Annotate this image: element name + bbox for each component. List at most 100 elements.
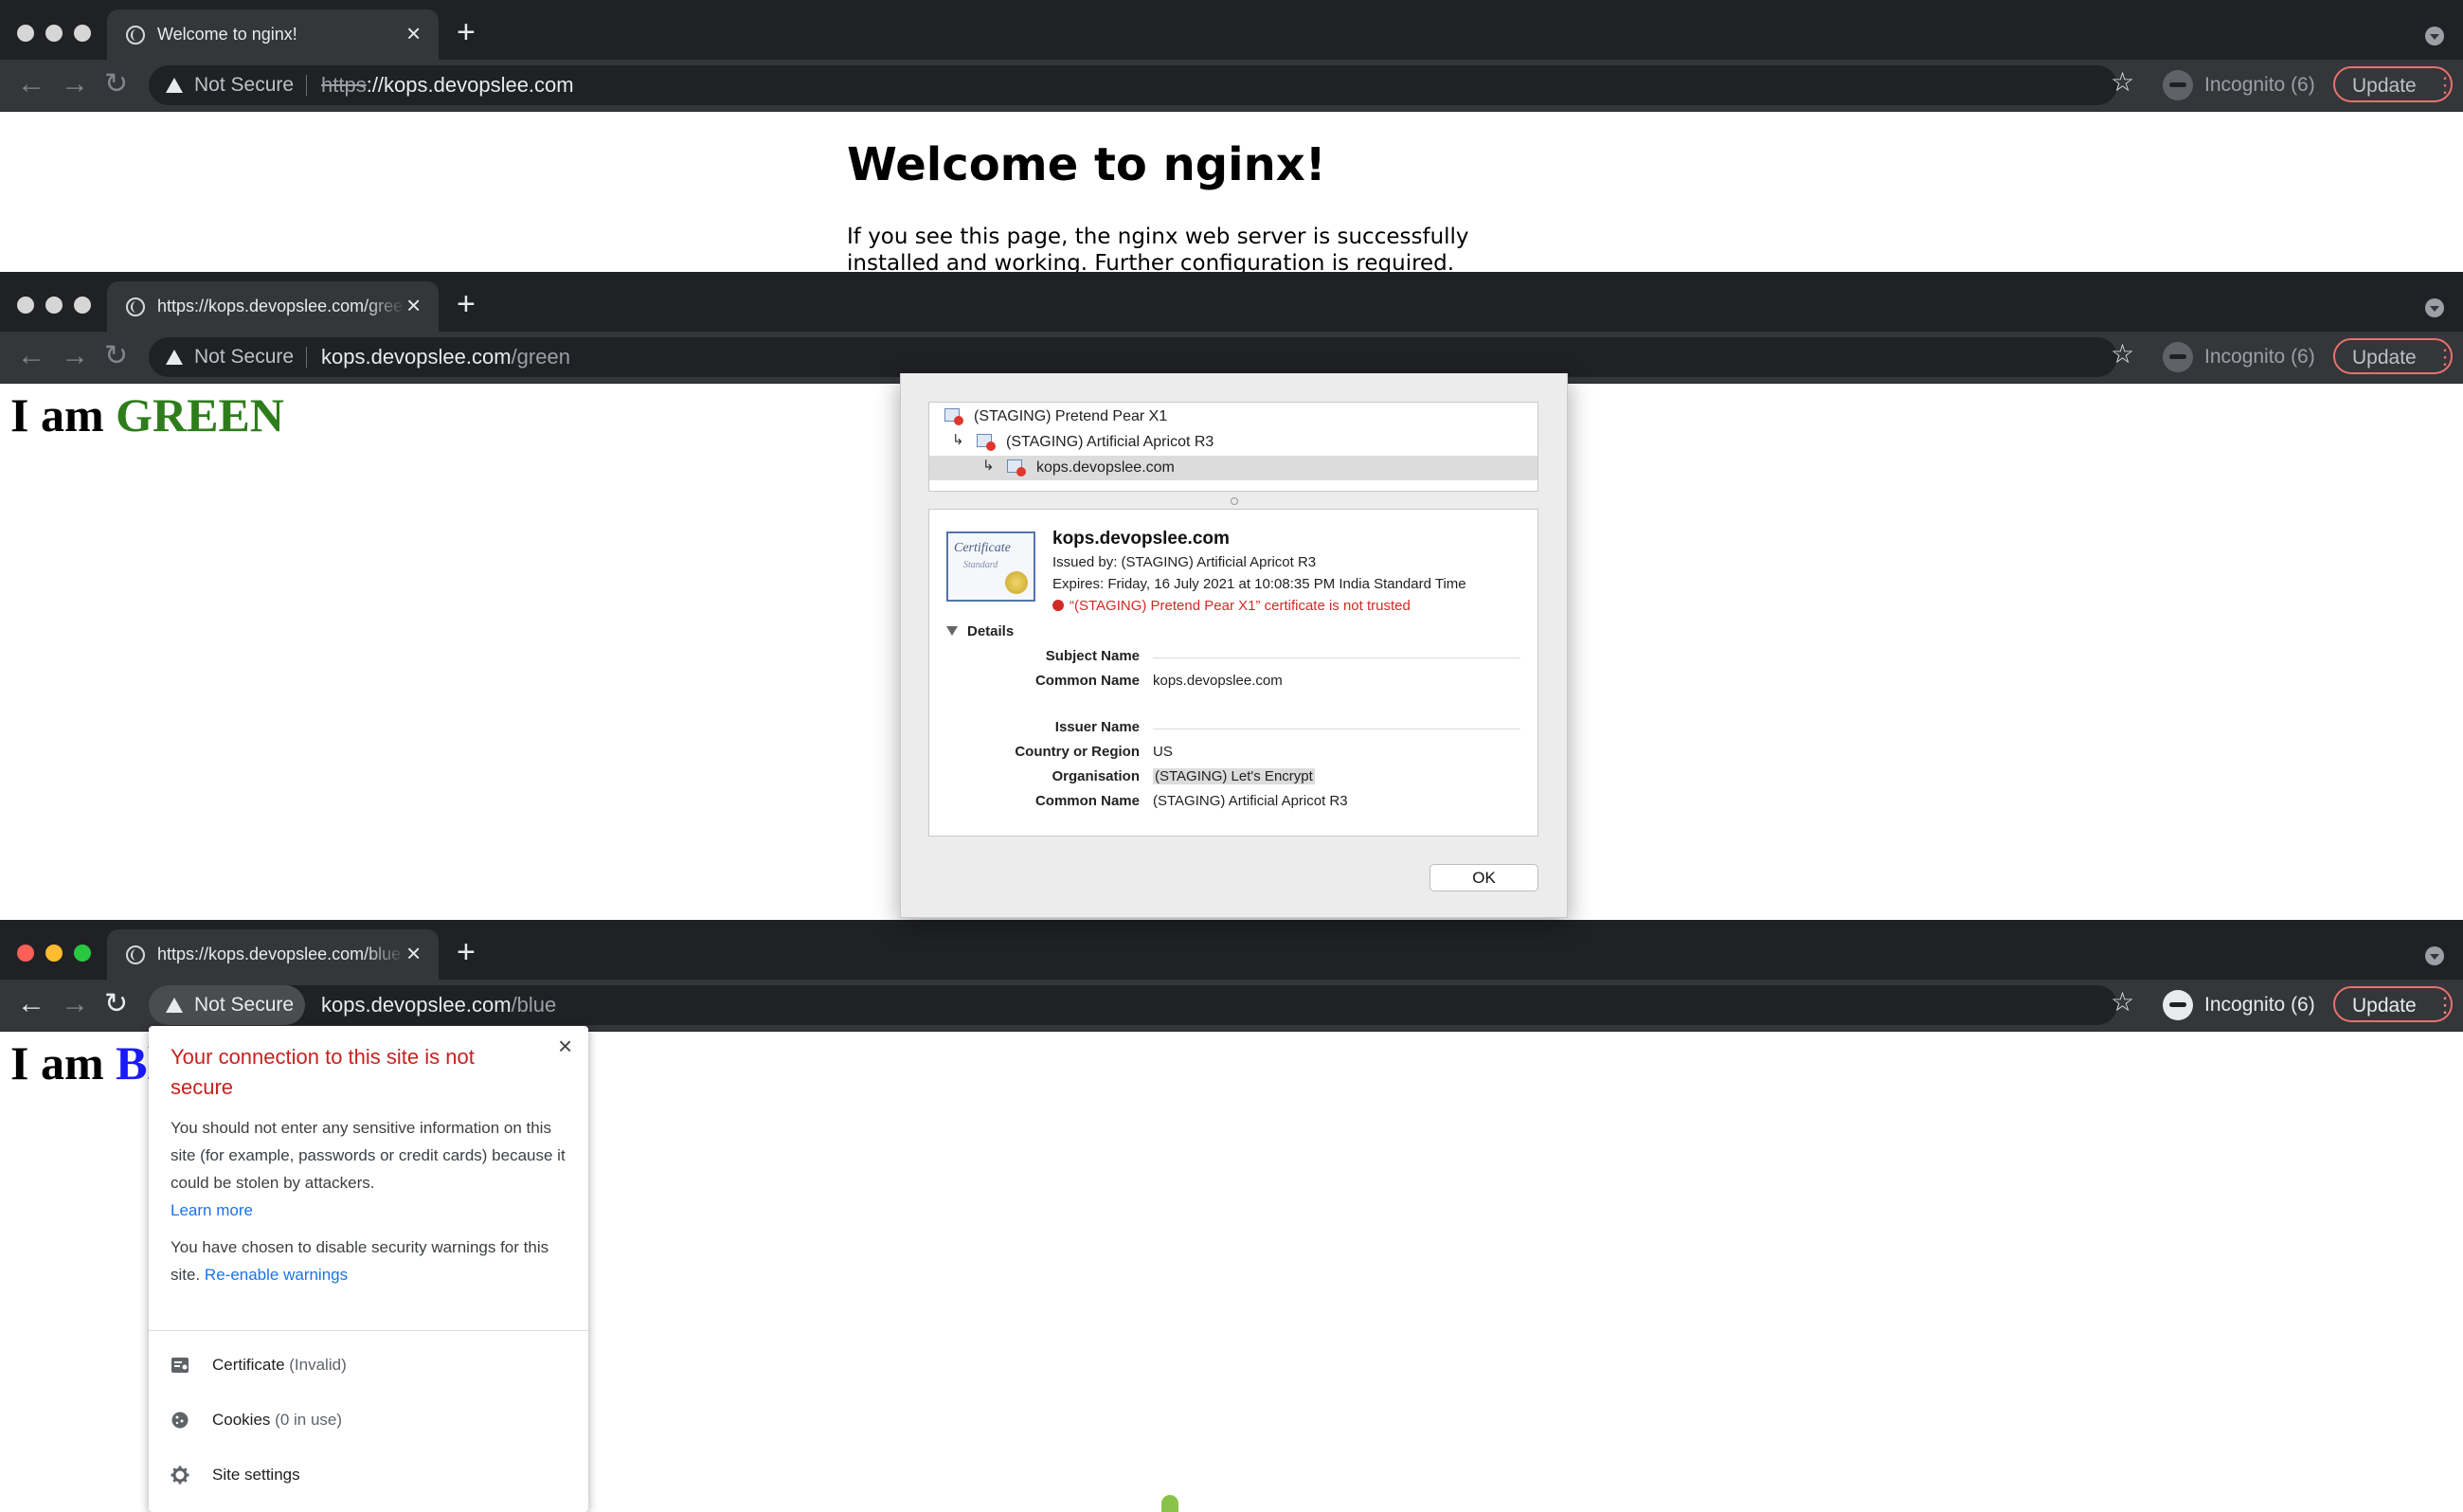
heading-prefix: I am [10,1036,117,1089]
chain-item[interactable]: ↳ (STAGING) Artificial Apricot R3 [929,430,1537,455]
splitter-handle[interactable] [1231,497,1238,505]
tab-title: Welcome to nginx! [157,25,297,44]
back-arrow-icon[interactable]: ← [17,70,45,99]
star-icon[interactable]: ☆ [2111,66,2134,99]
close-icon[interactable]: × [558,1034,572,1058]
star-icon[interactable]: ☆ [2111,986,2134,1018]
forward-arrow-icon[interactable]: → [61,342,89,370]
star-icon[interactable]: ☆ [2111,338,2134,370]
window-minimize-dot[interactable] [45,25,63,42]
url-text[interactable]: kops.devopslee.com/blue [321,993,556,1017]
tab-search-icon[interactable] [2425,298,2444,317]
update-button[interactable]: Update ⋮ [2333,66,2455,102]
url-host: kops.devopslee.com [321,345,512,369]
address-bar[interactable]: Not Secure kops.devopslee.com/blue [149,985,2117,1025]
plus-icon[interactable]: + [457,288,476,320]
window-close-dot[interactable] [17,297,34,314]
more-vert-icon[interactable]: ⋮ [2435,68,2455,102]
certificate-status: (Invalid) [289,1356,347,1374]
cookies-status: (0 in use) [275,1411,343,1429]
subject-cn-label: Common Name [1034,673,1140,689]
more-vert-icon[interactable]: ⋮ [2435,340,2455,374]
plus-icon[interactable]: + [457,16,476,48]
tab-search-icon[interactable] [2425,27,2444,45]
url-host: kops.devopslee.com [321,993,512,1017]
gear-icon [171,1466,189,1485]
address-bar[interactable]: Not Secure https://kops.devopslee.com [149,65,2117,105]
site-info-button[interactable]: Not Secure [149,985,306,1025]
globe-icon [126,945,145,964]
android-icon [1161,1495,1178,1512]
close-icon[interactable]: × [406,21,421,45]
incognito-label: Incognito (6) [2204,346,2315,368]
url-path: /green [511,345,570,369]
tab-search-icon[interactable] [2425,946,2444,965]
incognito-indicator[interactable]: Incognito (6) [2163,986,2315,1024]
plus-icon[interactable]: + [457,936,476,968]
page-heading: I am GREEN [10,387,284,442]
site-info-button[interactable]: Not Secure [149,65,305,105]
globe-icon [126,26,145,45]
back-arrow-icon[interactable]: ← [17,342,45,370]
incognito-label: Incognito (6) [2204,74,2315,96]
window-zoom-dot[interactable] [74,297,91,314]
site-info-button[interactable]: Not Secure [149,337,305,377]
window-close-dot[interactable] [17,25,34,42]
certificate-icon: Certificate Standard [946,531,1035,602]
tab-active[interactable]: https://kops.devopslee.com/blue × [107,929,439,980]
update-label: Update [2352,75,2417,97]
certificate-name: kops.devopslee.com [1052,529,1230,549]
back-arrow-icon[interactable]: ← [17,990,45,1018]
country-label: Country or Region [1015,744,1140,760]
separator [306,75,307,96]
url-path: /blue [511,993,557,1017]
heading-color-word: GREEN [116,388,284,441]
chain-item-label: (STAGING) Artificial Apricot R3 [1006,434,1214,450]
ok-button[interactable]: OK [1429,864,1538,891]
url-text[interactable]: https://kops.devopslee.com [321,73,574,98]
update-button[interactable]: Update ⋮ [2333,986,2455,1022]
reenable-warnings-link[interactable]: Re-enable warnings [205,1266,348,1284]
address-bar[interactable]: Not Secure kops.devopslee.com/green [149,337,2117,377]
reload-icon[interactable]: ↻ [104,70,128,99]
chain-item-selected[interactable]: ↳ kops.devopslee.com [929,456,1537,480]
not-secure-label: Not Secure [194,346,295,368]
window-minimize-dot[interactable] [45,945,63,962]
error-icon [1052,600,1064,611]
cookie-icon [171,1412,189,1429]
reload-icon[interactable]: ↻ [104,990,128,1018]
tab-active[interactable]: https://kops.devopslee.com/green × [107,281,439,332]
cookies-label: Cookies (0 in use) [212,1411,342,1430]
url-scheme: https [321,73,367,97]
incognito-indicator[interactable]: Incognito (6) [2163,66,2315,104]
close-icon[interactable]: × [406,293,421,317]
url-text[interactable]: kops.devopslee.com/green [321,345,570,369]
incognito-icon [2163,70,2193,100]
certificate-seal [1005,571,1028,594]
incognito-icon [2163,342,2193,372]
chain-item[interactable]: (STAGING) Pretend Pear X1 [929,405,1537,429]
update-button[interactable]: Update ⋮ [2333,338,2455,374]
chain-item-label: kops.devopslee.com [1036,459,1175,476]
toolbar: ← → ↻ Not Secure kops.devopslee.com/blue… [0,980,2463,1032]
tab-strip: https://kops.devopslee.com/blue × + [0,920,2463,980]
forward-arrow-icon[interactable]: → [61,70,89,99]
certificate-error-icon [977,434,996,451]
forward-arrow-icon[interactable]: → [61,990,89,1018]
window-minimize-dot[interactable] [45,297,63,314]
separator [306,347,307,368]
window-close-dot[interactable] [17,945,34,962]
window-zoom-dot[interactable] [74,945,91,962]
learn-more-link[interactable]: Learn more [171,1201,253,1219]
reload-icon[interactable]: ↻ [104,342,128,370]
subject-cn-value: kops.devopslee.com [1153,673,1283,689]
cookies-text: Cookies [212,1411,271,1429]
more-vert-icon[interactable]: ⋮ [2435,988,2455,1022]
certificate-image-subtext: Standard [963,560,998,570]
window-zoom-dot[interactable] [74,25,91,42]
tab-active[interactable]: Welcome to nginx! × [107,9,439,60]
incognito-indicator[interactable]: Incognito (6) [2163,338,2315,376]
popup-body: You should not enter any sensitive infor… [171,1114,568,1224]
close-icon[interactable]: × [406,941,421,965]
details-toggle[interactable]: Details [946,623,1014,639]
